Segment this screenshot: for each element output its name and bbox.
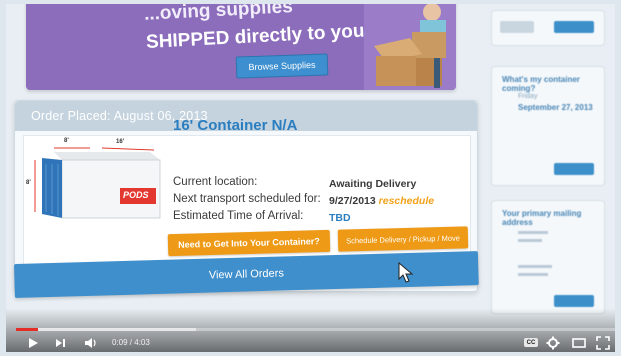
reschedule-link[interactable]: reschedule	[379, 195, 434, 207]
next-transport-value: 9/27/2013 reschedule	[329, 195, 434, 207]
right-top-button-1	[500, 21, 534, 33]
video-frame[interactable]: What's my container coming? Friday Septe…	[6, 4, 615, 352]
address-line-2	[518, 239, 542, 242]
eta-label: Estimated Time of Arrival:	[173, 210, 304, 222]
next-date-title: What's my container coming?	[502, 75, 580, 93]
current-location-value: Awaiting Delivery	[329, 178, 417, 190]
dimension-length: 16'	[116, 139, 125, 145]
email-line	[518, 273, 548, 276]
right-panel-top	[491, 10, 605, 46]
promo-heading-line2: SHIPPED directly to you?	[145, 19, 377, 54]
promo-heading-line1: ...oving supplies	[143, 4, 294, 25]
volume-icon[interactable]	[84, 336, 98, 350]
progress-buffered	[16, 328, 196, 331]
phone-line	[518, 265, 552, 268]
settings-gear-icon[interactable]	[546, 336, 560, 350]
address-line-1	[518, 231, 548, 234]
theater-mode-icon[interactable]	[572, 336, 586, 350]
next-icon[interactable]	[54, 336, 68, 350]
mouse-cursor-icon	[398, 262, 414, 283]
dimension-width: 8'	[64, 138, 69, 144]
play-icon[interactable]	[26, 336, 40, 350]
pods-container-illustration	[34, 147, 161, 219]
schedule-delivery-button[interactable]: Schedule Delivery / Pickup / Move	[337, 226, 469, 252]
right-panel-next-date: What's my container coming? Friday Septe…	[491, 66, 605, 186]
pods-logo: PODS	[123, 190, 149, 200]
time-display: 0:09 / 4:03	[112, 338, 150, 347]
right-panel-button	[554, 163, 594, 175]
next-date-value: September 27, 2013	[518, 103, 593, 112]
browse-supplies-button[interactable]: Browse Supplies	[235, 53, 329, 79]
promo-banner: ...oving supplies SHIPPED directly to yo…	[26, 4, 456, 90]
next-transport-date: 9/27/2013	[329, 195, 376, 207]
progress-played	[16, 328, 39, 331]
right-address-button	[554, 295, 594, 307]
right-panel-address: Your primary mailing address	[491, 200, 605, 314]
next-date-label: Friday	[518, 93, 538, 100]
next-transport-label: Next transport scheduled for:	[173, 193, 321, 205]
dimension-height: 8'	[26, 180, 31, 186]
moving-boxes-illustration	[364, 4, 456, 90]
get-into-container-button[interactable]: Need to Get Into Your Container?	[167, 229, 331, 257]
eta-value[interactable]: TBD	[329, 212, 351, 224]
right-top-button-2	[554, 21, 594, 33]
progress-bar[interactable]	[16, 328, 615, 331]
container-title: 16' Container N/A	[173, 117, 298, 134]
fullscreen-icon[interactable]	[596, 336, 610, 350]
captions-button[interactable]: CC	[524, 338, 538, 347]
current-location-label: Current location:	[173, 176, 258, 188]
address-title: Your primary mailing address	[502, 209, 582, 227]
